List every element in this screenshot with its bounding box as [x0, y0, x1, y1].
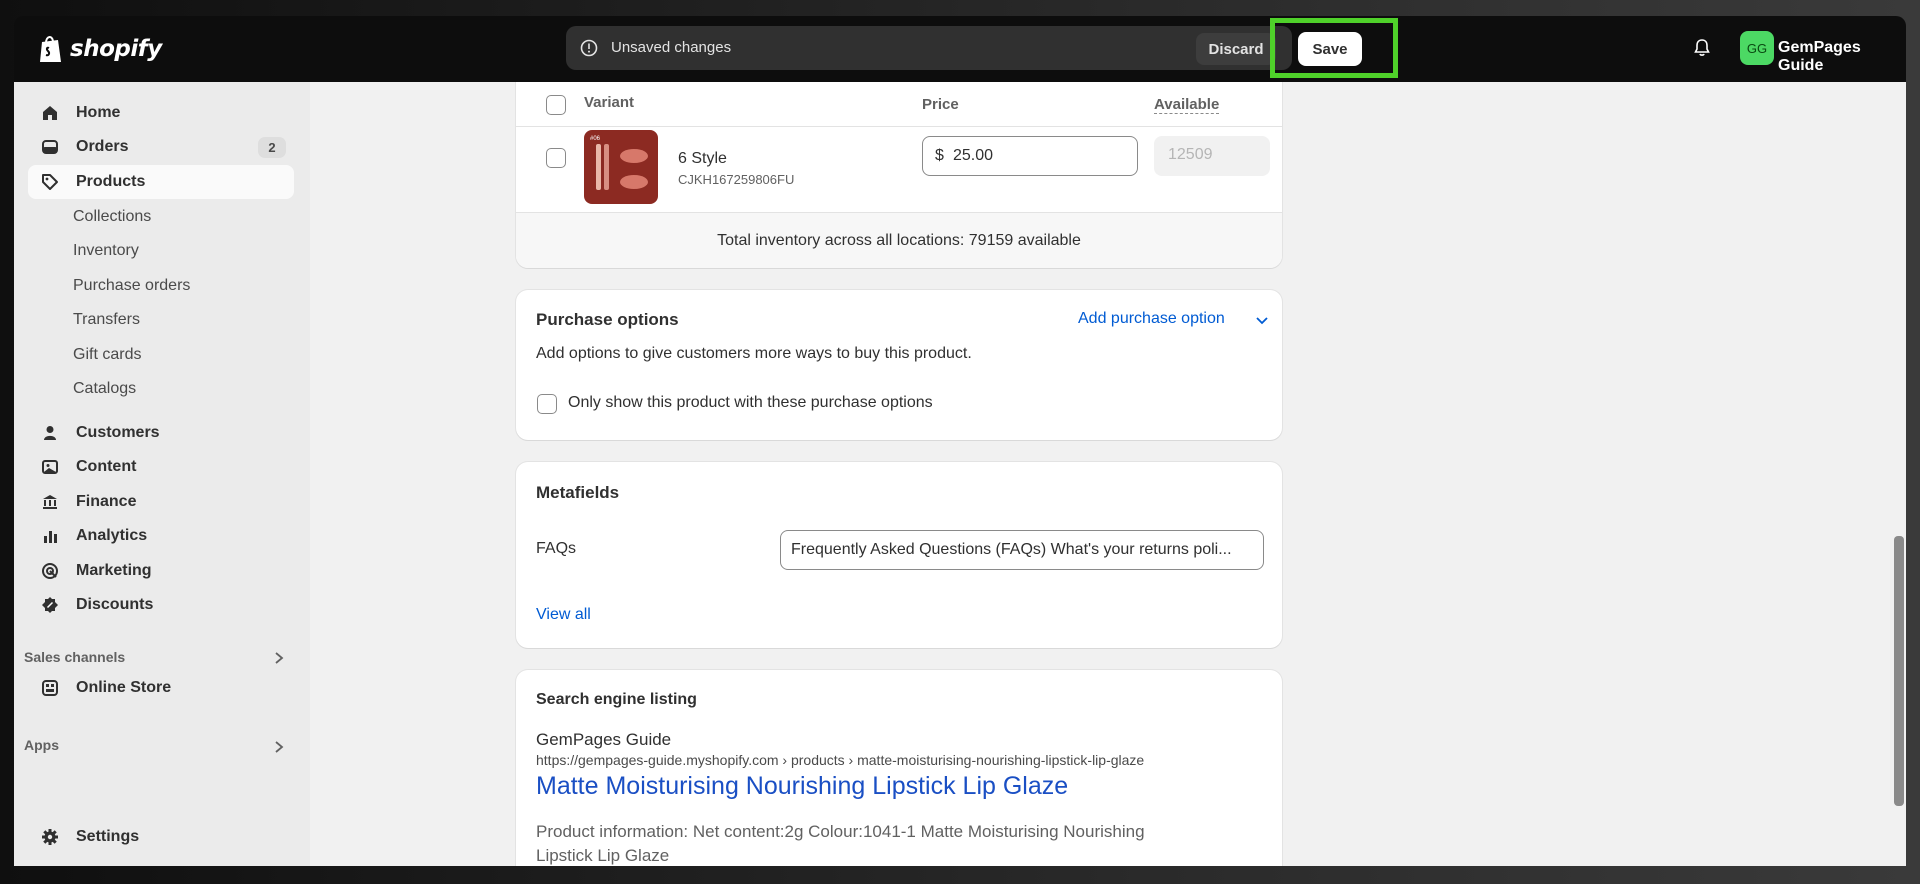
save-button-highlight — [1270, 18, 1398, 78]
available-value: 12509 — [1168, 146, 1213, 163]
chevron-right-icon[interactable] — [274, 651, 284, 665]
bank-icon — [40, 492, 60, 512]
currency-symbol: $ — [935, 147, 944, 164]
store-icon — [40, 678, 60, 698]
sidebar-subitem-inventory[interactable]: Inventory — [73, 242, 139, 260]
seo-store-name: GemPages Guide — [536, 730, 672, 749]
sidebar-item-customers[interactable]: Customers — [28, 416, 294, 450]
sidebar-item-home[interactable]: Home — [28, 96, 294, 130]
unsaved-changes-text: Unsaved changes — [611, 39, 732, 56]
metafields-card: Metafields FAQs Frequently Asked Questio… — [516, 462, 1282, 648]
chevron-right-icon[interactable] — [274, 740, 284, 754]
sidebar-item-label: Customers — [76, 424, 160, 441]
price-input[interactable]: $ 25.00 — [922, 136, 1138, 176]
only-show-purchase-options-label[interactable]: Only show this product with these purcha… — [568, 394, 933, 412]
bar-chart-icon — [40, 526, 60, 546]
metafields-title: Metafields — [536, 483, 620, 502]
shopify-logo[interactable]: shopify — [38, 34, 162, 64]
variant-sku: CJKH167259806FU — [678, 172, 795, 187]
price-value: 25.00 — [953, 147, 994, 164]
total-inventory-text: Total inventory across all locations: 79… — [516, 212, 1282, 268]
sidebar-subitem-catalogs[interactable]: Catalogs — [73, 380, 136, 398]
variants-card: Variant Price Available #06 6 Style CJKH… — [516, 82, 1282, 268]
available-quantity-field: 12509 — [1154, 136, 1270, 176]
search-engine-listing-title: Search engine listing — [536, 691, 697, 708]
faq-label: FAQs — [536, 540, 577, 557]
variant-name[interactable]: 6 Style — [678, 150, 727, 168]
target-icon — [40, 561, 60, 581]
brand-wordmark: shopify — [70, 36, 162, 62]
content-icon — [40, 457, 60, 477]
sidebar-item-online-store[interactable]: Online Store — [28, 671, 294, 705]
chevron-down-icon[interactable] — [1256, 316, 1268, 326]
person-icon — [40, 423, 60, 443]
sidebar-item-label: Products — [76, 173, 146, 190]
sidebar-item-label: Orders — [76, 138, 129, 155]
sidebar-item-label: Content — [76, 458, 137, 475]
tag-icon — [40, 172, 60, 192]
add-purchase-option-link[interactable]: Add purchase option — [1078, 310, 1225, 328]
sidebar-item-analytics[interactable]: Analytics — [28, 519, 294, 553]
search-engine-listing-card: Search engine listing GemPages Guide htt… — [516, 670, 1282, 866]
sidebar-item-marketing[interactable]: Marketing — [28, 554, 294, 588]
sidebar-item-products[interactable]: Products — [28, 165, 294, 199]
home-icon — [40, 103, 60, 123]
unsaved-changes-bar: Unsaved changes — [566, 26, 1292, 70]
divider — [516, 126, 1282, 127]
variant-column-header: Variant — [584, 94, 635, 111]
seo-description-line-1: Product information: Net content:2g Colo… — [536, 822, 1145, 841]
sidebar-item-label: Analytics — [76, 527, 148, 544]
orders-count-badge: 2 — [258, 137, 286, 158]
avatar[interactable]: GG — [1740, 31, 1774, 65]
discard-button[interactable]: Discard — [1196, 33, 1276, 65]
sidebar-subitem-collections[interactable]: Collections — [73, 208, 151, 226]
shopify-bag-icon — [40, 36, 61, 62]
page-scrollbar[interactable] — [1894, 536, 1904, 806]
only-show-purchase-options-checkbox[interactable] — [537, 394, 557, 414]
select-all-checkbox[interactable] — [546, 95, 566, 115]
sidebar-item-orders[interactable]: Orders 2 — [28, 130, 294, 164]
variant-thumbnail[interactable]: #06 — [584, 130, 658, 204]
sidebar-item-discounts[interactable]: Discounts — [28, 588, 294, 622]
variant-row-checkbox[interactable] — [546, 148, 566, 168]
sidebar-subitem-gift-cards[interactable]: Gift cards — [73, 346, 141, 364]
seo-description-line-2: Lipstick Lip Glaze — [536, 846, 670, 865]
orders-icon — [40, 137, 60, 157]
price-column-header: Price — [922, 96, 959, 113]
sidebar: Home Orders 2 Products Collections Inven… — [14, 82, 310, 866]
sidebar-subitem-transfers[interactable]: Transfers — [73, 311, 140, 329]
apps-heading[interactable]: Apps — [24, 737, 59, 753]
store-name[interactable]: GemPages Guide — [1778, 39, 1906, 75]
svg-text:#06: #06 — [590, 136, 601, 142]
bell-icon[interactable] — [1692, 38, 1712, 58]
purchase-options-title: Purchase options — [536, 310, 679, 329]
sidebar-item-settings[interactable]: Settings — [28, 820, 294, 854]
sales-channels-heading[interactable]: Sales channels — [24, 649, 125, 665]
sidebar-item-finance[interactable]: Finance — [28, 485, 294, 519]
sidebar-item-label: Discounts — [76, 596, 154, 613]
seo-page-title: Matte Moisturising Nourishing Lipstick L… — [536, 772, 1069, 800]
purchase-options-description: Add options to give customers more ways … — [536, 345, 972, 362]
top-bar: shopify Unsaved changes Discard Save GG … — [14, 16, 1906, 82]
sidebar-item-label: Home — [76, 104, 121, 121]
seo-url: https://gempages-guide.myshopify.com › p… — [536, 752, 1145, 768]
app-body: Home Orders 2 Products Collections Inven… — [14, 82, 1906, 866]
faq-metafield-input[interactable]: Frequently Asked Questions (FAQs) What's… — [780, 530, 1264, 570]
sidebar-item-label: Online Store — [76, 679, 172, 696]
sidebar-item-label: Finance — [76, 493, 137, 510]
alert-circle-icon — [580, 39, 598, 57]
discount-icon — [40, 595, 60, 615]
view-all-metafields-link[interactable]: View all — [536, 606, 591, 624]
sidebar-item-label: Settings — [76, 828, 140, 845]
purchase-options-card: Purchase options Add purchase option Add… — [516, 290, 1282, 440]
sidebar-subitem-purchase-orders[interactable]: Purchase orders — [73, 277, 190, 295]
gear-icon — [40, 827, 60, 847]
available-column-header[interactable]: Available — [1154, 96, 1220, 114]
lipstick-product-image: #06 — [590, 136, 648, 190]
sidebar-item-label: Marketing — [76, 562, 152, 579]
sidebar-item-content[interactable]: Content — [28, 450, 294, 484]
